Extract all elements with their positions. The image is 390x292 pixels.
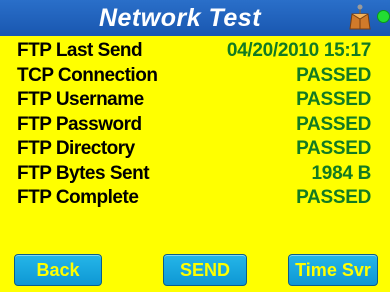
send-button[interactable]: SEND <box>163 254 247 286</box>
row-value: PASSED <box>296 187 371 208</box>
list-item: FTP Bytes Sent 1984 B <box>0 163 390 188</box>
status-indicator <box>377 10 390 23</box>
row-value: 04/20/2010 15:17 <box>226 40 371 61</box>
page-title: Network Test <box>98 4 262 32</box>
time-server-button[interactable]: Time Svr <box>288 254 378 286</box>
list-item: FTP Last Send 04/20/2010 15:17 <box>0 40 390 65</box>
row-label: TCP Connection <box>17 64 158 86</box>
row-label: FTP Last Send <box>17 40 143 61</box>
list-item: TCP Connection PASSED <box>0 65 390 90</box>
row-label: FTP Complete <box>17 187 139 208</box>
results-list: FTP Last Send 04/20/2010 15:17 TCP Conne… <box>0 40 390 212</box>
row-value: PASSED <box>296 64 371 86</box>
list-item: FTP Password PASSED <box>0 114 390 139</box>
row-value: 1984 B <box>311 162 372 184</box>
row-value: PASSED <box>296 89 371 110</box>
network-icon <box>349 4 371 30</box>
list-item: FTP Directory PASSED <box>0 138 390 163</box>
row-value: PASSED <box>296 138 371 159</box>
row-label: FTP Directory <box>17 138 135 159</box>
list-item: FTP Complete PASSED <box>0 187 390 212</box>
row-label: FTP Password <box>17 113 142 135</box>
row-label: FTP Bytes Sent <box>17 162 150 184</box>
list-item: FTP Username PASSED <box>0 89 390 114</box>
row-value: PASSED <box>296 113 371 135</box>
row-label: FTP Username <box>17 89 144 110</box>
back-button[interactable]: Back <box>14 254 102 286</box>
